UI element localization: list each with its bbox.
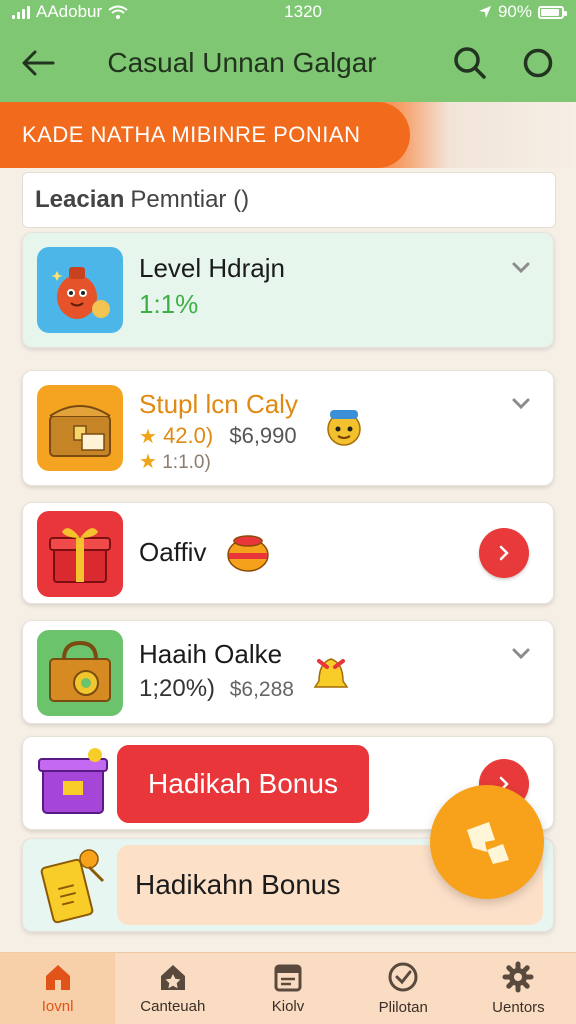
nav-item-kiolv[interactable]: Kiolv bbox=[230, 953, 345, 1024]
nav-item-uentors[interactable]: Uentors bbox=[461, 953, 576, 1024]
lock-chest-icon bbox=[37, 630, 123, 716]
chevron-down-icon[interactable] bbox=[509, 391, 533, 415]
star-icon: ★ bbox=[139, 451, 157, 473]
back-arrow-icon bbox=[22, 50, 55, 76]
search-icon bbox=[454, 47, 486, 79]
floating-action-button[interactable] bbox=[430, 785, 544, 899]
page-title: Casual Unnan Galgar bbox=[107, 47, 377, 78]
status-right: 90% bbox=[478, 2, 567, 22]
app-bar: Casual Unnan Galgar bbox=[0, 24, 576, 102]
rating-line-2: ★ 1:1.0) bbox=[139, 449, 211, 474]
purple-gift-icon bbox=[38, 748, 108, 814]
nav-label: Iovnl bbox=[41, 998, 74, 1015]
promo-banner[interactable]: KADE NATHA MIBINRE PONIAN bbox=[0, 102, 576, 168]
rating-value: 42.0) bbox=[163, 423, 214, 448]
bonus-button[interactable]: Hadikah Bonus bbox=[117, 745, 369, 823]
card-title: Stupl lcn Caly bbox=[139, 389, 298, 419]
filter-bold-label: Leacian bbox=[35, 186, 125, 213]
search-button[interactable] bbox=[448, 41, 492, 85]
home-icon bbox=[45, 965, 70, 990]
nav-label: Canteuah bbox=[140, 998, 206, 1015]
star-icon: ★ bbox=[139, 426, 157, 448]
chevron-down-icon[interactable] bbox=[509, 641, 533, 665]
status-time: 1320 bbox=[284, 2, 322, 21]
character-icon bbox=[37, 247, 123, 333]
status-left: AAdobur bbox=[12, 2, 128, 22]
nav-label: Kiolv bbox=[271, 998, 305, 1015]
gift-box-icon bbox=[37, 511, 123, 597]
rating-value: 1:1.0) bbox=[162, 452, 211, 473]
chevron-right-icon bbox=[499, 545, 509, 561]
nav-item-plilotan[interactable]: Plilotan bbox=[346, 953, 461, 1024]
offer-card[interactable]: Oaffiv bbox=[22, 502, 554, 604]
star-house-icon bbox=[160, 965, 185, 990]
carrier-name: AAdobur bbox=[36, 2, 103, 21]
go-button[interactable] bbox=[479, 528, 529, 578]
battery-icon bbox=[538, 5, 567, 19]
nav-label: Plilotan bbox=[378, 999, 428, 1016]
rating-line-1: ★ 42.0) $6,990 bbox=[139, 423, 297, 449]
progress-value: 1:1% bbox=[139, 289, 199, 319]
supply-card[interactable]: Stupl lcn Caly ★ 42.0) $6,990 ★ 1:1.0) bbox=[22, 370, 554, 486]
bell-icon bbox=[313, 658, 349, 688]
filter-label: Pemntiar () bbox=[130, 186, 250, 213]
chest-card[interactable]: Haaih Oalke 1;20%) $6,288 bbox=[22, 620, 554, 724]
nav-label: Uentors bbox=[492, 999, 545, 1016]
battery-level bbox=[541, 8, 559, 16]
chevron-down-icon[interactable] bbox=[509, 255, 533, 279]
card-title: Level Hdrajn bbox=[139, 253, 285, 283]
rating-value: 1;20%) bbox=[139, 675, 216, 702]
battery-percent: 90% bbox=[497, 2, 532, 21]
bottom-nav: Iovnl Canteuah Kiolv Plilotan Uentors bbox=[0, 952, 576, 1024]
price-value: $6,990 bbox=[229, 423, 297, 448]
pot-icon bbox=[227, 535, 269, 572]
clock-icon bbox=[388, 962, 418, 992]
back-button[interactable] bbox=[16, 41, 60, 85]
nav-item-home[interactable]: Iovnl bbox=[0, 953, 116, 1024]
treasure-chest-icon bbox=[37, 385, 123, 471]
status-bar: AAdobur 1320 90% bbox=[0, 0, 576, 24]
card-title: Oaffiv bbox=[139, 537, 207, 567]
stats-line: 1;20%) $6,288 bbox=[139, 675, 294, 703]
banner-text: KADE NATHA MIBINRE PONIAN bbox=[22, 122, 361, 147]
signal-icon bbox=[12, 5, 30, 19]
location-arrow-icon bbox=[478, 6, 491, 18]
ticket-fab-icon bbox=[467, 822, 509, 864]
gear-icon bbox=[502, 961, 534, 993]
nav-item-canteuah[interactable]: Canteuah bbox=[115, 953, 230, 1024]
circle-icon bbox=[523, 48, 553, 78]
card-title: Haaih Oalke bbox=[139, 639, 283, 669]
mascot-icon bbox=[327, 410, 361, 446]
filter-field[interactable]: Leacian Pemntiar () bbox=[22, 172, 556, 228]
ticket-icon bbox=[40, 849, 105, 924]
price-value: $6,288 bbox=[229, 678, 294, 701]
calendar-icon bbox=[274, 964, 302, 992]
level-card[interactable]: Level Hdrajn 1:1% bbox=[22, 232, 554, 348]
wifi-icon bbox=[108, 5, 128, 19]
profile-button[interactable] bbox=[516, 41, 560, 85]
